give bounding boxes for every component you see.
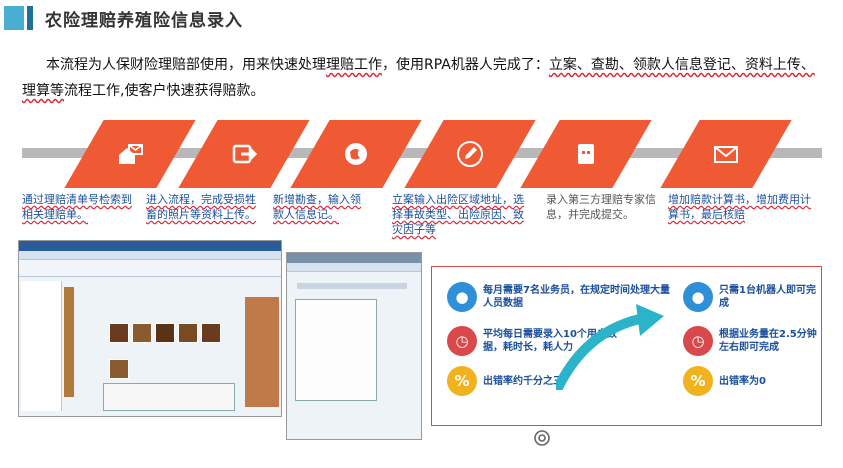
step-2 [178,120,310,188]
intro-text: 本流程为人保财险理赔部使用，用来快速处理 [46,57,326,73]
new-survey-icon [310,136,402,172]
step-5-caption: 录入第三方理赔专家信息，并完成提交。 [546,193,656,221]
title-accent-stripe [27,6,33,30]
percent-icon: % [447,366,477,396]
step-2-caption: 进入流程，完成受损牲畜的照片等资料上传。 [146,193,256,221]
step-1 [64,120,196,188]
percent-icon: % [683,366,713,396]
page-title: 农险理赔养殖险信息录入 [45,10,243,31]
step-4-caption: 立案输入出险区域地址，选择事故类型、出险原因、致灾因子等 [392,193,524,236]
mail-icon [680,136,772,172]
person-icon: ● [447,282,477,312]
home-mail-icon [84,136,176,172]
step-3-caption: 新增勘查，输入领款人信息记。 [273,193,361,221]
intro-highlight: 理赔工作 [326,57,382,73]
step-1-caption: 通过理赔清单号检索到相关理赔单。 [22,193,132,221]
step-5 [520,120,652,188]
clock-icon: ◷ [683,326,713,356]
system-screenshot-form [286,252,422,440]
intro-text: 流程工作,使客户快速获得赔款。 [64,83,265,99]
title-accent-block [4,6,24,30]
step-6 [660,120,792,188]
intro-paragraph: 本流程为人保财险理赔部使用，用来快速处理理赔工作，使用RPA机器人完成了：立案、… [22,52,822,104]
clock-icon: ◷ [447,326,477,356]
system-screenshot-upload [18,240,282,417]
enter-arrow-icon [198,136,290,172]
edit-icon [424,136,516,172]
step-6-caption: 增加赔款计算书，增加费用计算书，最后核赔 [668,193,811,221]
intro-text: ，使用RPA机器人完成了： [382,57,549,73]
spiral-icon [534,430,550,446]
person-icon: ● [683,282,713,312]
transition-arrow-icon [556,304,664,390]
step-3 [290,120,422,188]
expert-info-icon [540,136,632,172]
after-item-2: ◷ 根据业务量在2.5分钟左右即可完成 [683,326,819,356]
title-bar: 农险理赔养殖险信息录入 [4,5,243,31]
after-item-1: ● 只需1台机器人即可完成 [683,282,819,312]
step-4 [404,120,536,188]
after-item-3: % 出错率为0 [683,366,819,396]
